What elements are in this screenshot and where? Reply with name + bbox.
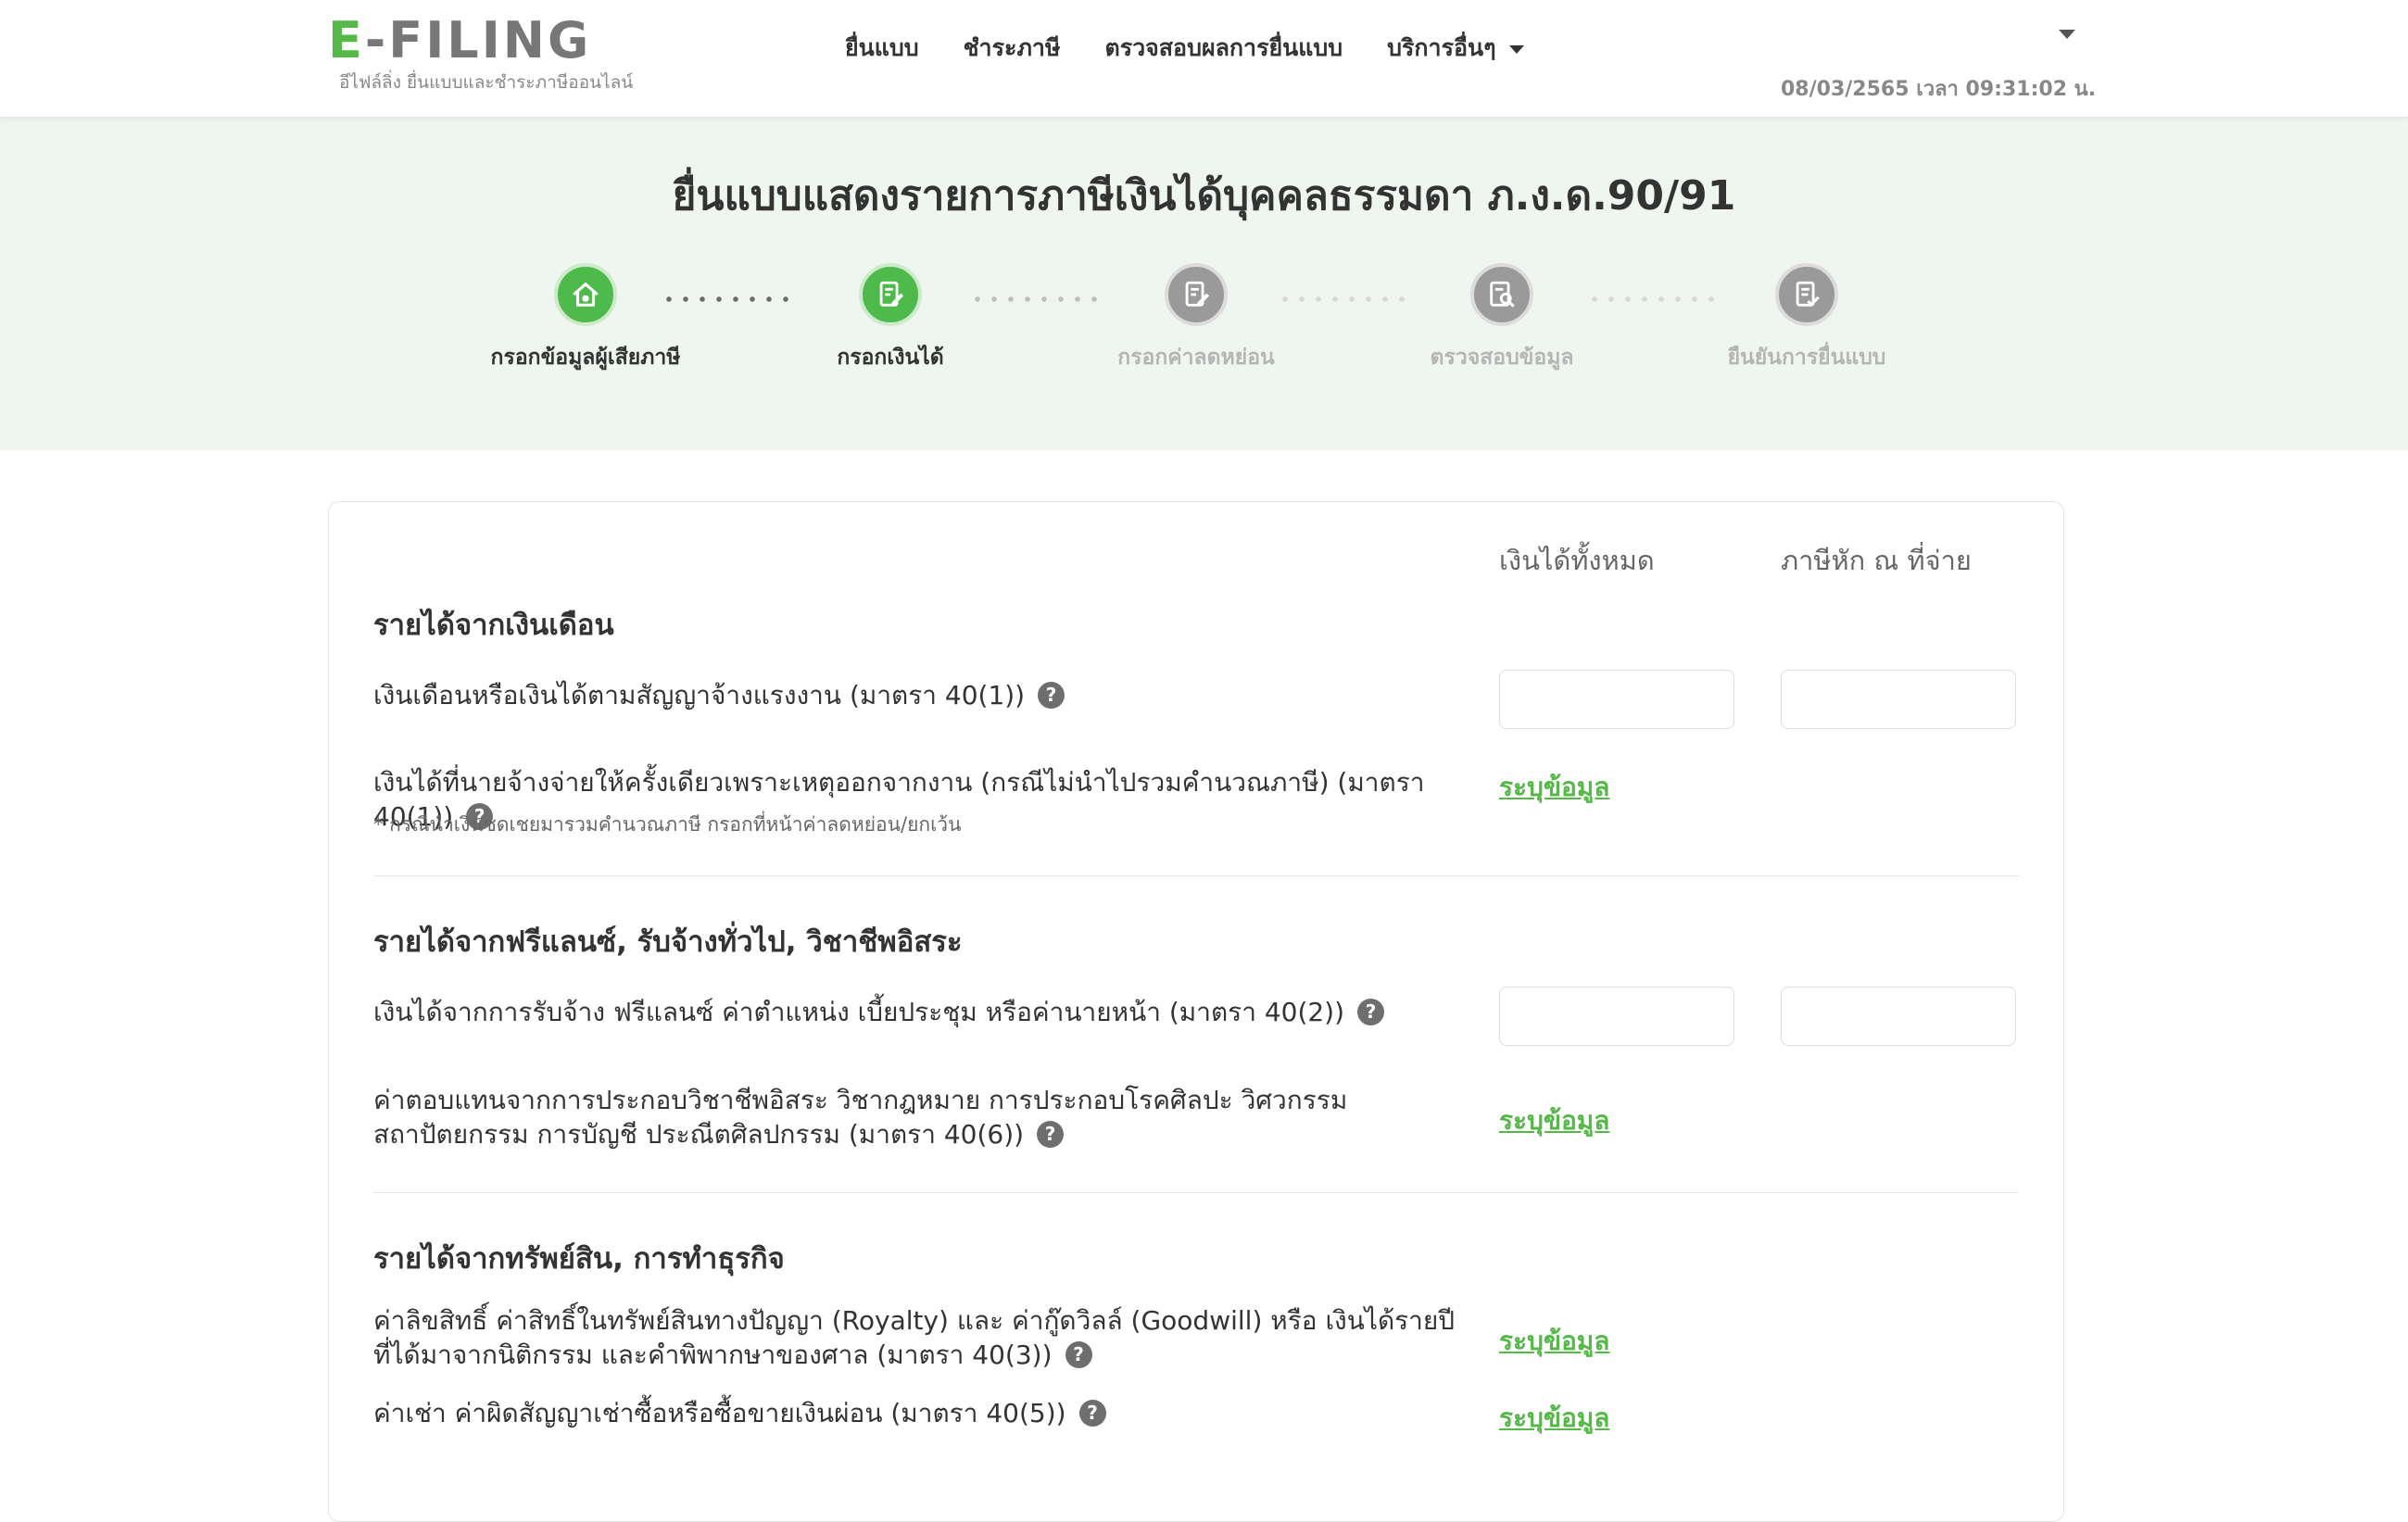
help-icon[interactable]: ? xyxy=(1357,998,1385,1025)
user-menu-chevron-down-icon[interactable] xyxy=(2059,30,2075,39)
salary-withholding-tax-input[interactable] xyxy=(1781,670,2016,729)
professional-row-text: ค่าตอบแทนจากการประกอบวิชาชีพอิสระ วิชากฎ… xyxy=(373,1085,1348,1150)
nav-other-services[interactable]: บริการอื่นๆ xyxy=(1387,30,1524,67)
freelance-total-income-input[interactable] xyxy=(1499,987,1734,1046)
logo-wordmark: E-FILING xyxy=(328,11,592,69)
section-title-freelance: รายได้จากฟรีแลนซ์, รับจ้างทั่วไป, วิชาชี… xyxy=(373,925,963,959)
logo-tagline: อีไฟล์ลิ่ง ยื่นแบบและชำระภาษีออนไลน์ xyxy=(339,72,634,93)
step-deductions: กรอกค่าลดหย่อน xyxy=(1076,263,1317,374)
income-form-card: เงินได้ทั้งหมด ภาษีหัก ณ ที่จ่าย รายได้จ… xyxy=(328,501,2064,1522)
section-title-salary: รายได้จากเงินเดือน xyxy=(373,609,614,642)
professional-row-label: ค่าตอบแทนจากการประกอบวิชาชีพอิสระ วิชากฎ… xyxy=(373,1083,1467,1151)
step-label: กรอกเงินได้ xyxy=(837,346,944,370)
professional-specify-link[interactable]: ระบุข้อมูล xyxy=(1499,1101,1609,1141)
column-header-total-income: เงินได้ทั้งหมด xyxy=(1499,545,1655,576)
royalty-row-text: ค่าลิขสิทธิ์ ค่าสิทธิ์ในทรัพย์สินทางปัญญ… xyxy=(373,1305,1456,1370)
main-nav: ยื่นแบบ ชำระภาษี ตรวจสอบผลการยื่นแบบ บริ… xyxy=(845,28,1524,69)
step-income: กรอกเงินได้ xyxy=(770,263,1011,374)
step-taxpayer-info: กรอกข้อมูลผู้เสียภาษี xyxy=(465,263,706,374)
section-divider xyxy=(373,875,2019,876)
freelance-row-label: เงินได้จากการรับจ้าง ฟรีแลนซ์ ค่าตำแหน่ง… xyxy=(373,995,1476,1029)
freelance-row-text: เงินได้จากการรับจ้าง ฟรีแลนซ์ ค่าตำแหน่ง… xyxy=(373,997,1345,1027)
page-title: ยื่นแบบแสดงรายการภาษีเงินได้บุคคลธรรมดา … xyxy=(672,172,1736,220)
rental-row-text: ค่าเช่า ค่าผิดสัญญาเช่าซื้อหรือซื้อขายเง… xyxy=(373,1398,1066,1428)
step-label: ยืนยันการยื่นแบบ xyxy=(1727,346,1886,370)
step-label: กรอกค่าลดหย่อน xyxy=(1117,346,1275,370)
royalty-specify-link[interactable]: ระบุข้อมูล xyxy=(1499,1321,1609,1362)
help-icon[interactable]: ? xyxy=(1065,1340,1092,1368)
document-search-icon xyxy=(1470,263,1533,326)
step-review: ตรวจสอบข้อมูล xyxy=(1381,263,1622,374)
royalty-row-label: ค่าลิขสิทธิ์ ค่าสิทธิ์ในทรัพย์สินทางปัญญ… xyxy=(373,1303,1467,1372)
help-icon[interactable]: ? xyxy=(1078,1399,1106,1427)
freelance-withholding-tax-input[interactable] xyxy=(1781,987,2016,1046)
salary-row-text: เงินเดือนหรือเงินได้ตามสัญญาจ้างแรงงาน (… xyxy=(373,680,1026,711)
nav-file-return[interactable]: ยื่นแบบ xyxy=(845,30,919,67)
nav-pay-tax[interactable]: ชำระภาษี xyxy=(964,30,1061,67)
house-icon xyxy=(554,263,617,326)
step-label: ตรวจสอบข้อมูล xyxy=(1430,346,1574,370)
top-navigation-bar: E-FILING อีไฟล์ลิ่ง ยื่นแบบและชำระภาษีออ… xyxy=(0,0,2408,118)
rental-row-label: ค่าเช่า ค่าผิดสัญญาเช่าซื้อหรือซื้อขายเง… xyxy=(373,1396,1476,1430)
column-header-withholding-tax: ภาษีหัก ณ ที่จ่าย xyxy=(1781,545,1972,576)
document-edit-icon xyxy=(1165,263,1228,326)
step-label: กรอกข้อมูลผู้เสียภาษี xyxy=(490,346,681,370)
help-icon[interactable]: ? xyxy=(1037,1120,1065,1148)
salary-row-label: เงินเดือนหรือเงินได้ตามสัญญาจ้างแรงงาน (… xyxy=(373,678,1476,712)
rental-specify-link[interactable]: ระบุข้อมูล xyxy=(1499,1398,1609,1439)
salary-total-income-input[interactable] xyxy=(1499,670,1734,729)
document-check-icon xyxy=(1775,263,1838,326)
nav-check-result[interactable]: ตรวจสอบผลการยื่นแบบ xyxy=(1104,30,1343,67)
help-icon[interactable]: ? xyxy=(1038,681,1065,709)
progress-banner: ยื่นแบบแสดงรายการภาษีเงินได้บุคคลธรรมดา … xyxy=(0,117,2408,450)
section-title-assets: รายได้จากทรัพย์สิน, การทำธุรกิจ xyxy=(373,1242,785,1276)
efiling-logo[interactable]: E-FILING อีไฟล์ลิ่ง ยื่นแบบและชำระภาษีออ… xyxy=(328,11,633,94)
severance-note: * กรณีนำเงินชดเชยมารวมคำนวณภาษี กรอกที่ห… xyxy=(373,813,962,836)
document-edit-icon xyxy=(859,263,922,326)
step-confirm: ยืนยันการยื่นแบบ xyxy=(1686,263,1927,374)
severance-specify-link[interactable]: ระบุข้อมูล xyxy=(1499,767,1609,808)
current-datetime: 08/03/2565 เวลา 09:31:02 น. xyxy=(1781,78,2097,101)
chevron-down-icon xyxy=(1508,44,1524,54)
nav-other-services-label: บริการอื่นๆ xyxy=(1387,34,1496,61)
section-divider xyxy=(373,1192,2019,1193)
